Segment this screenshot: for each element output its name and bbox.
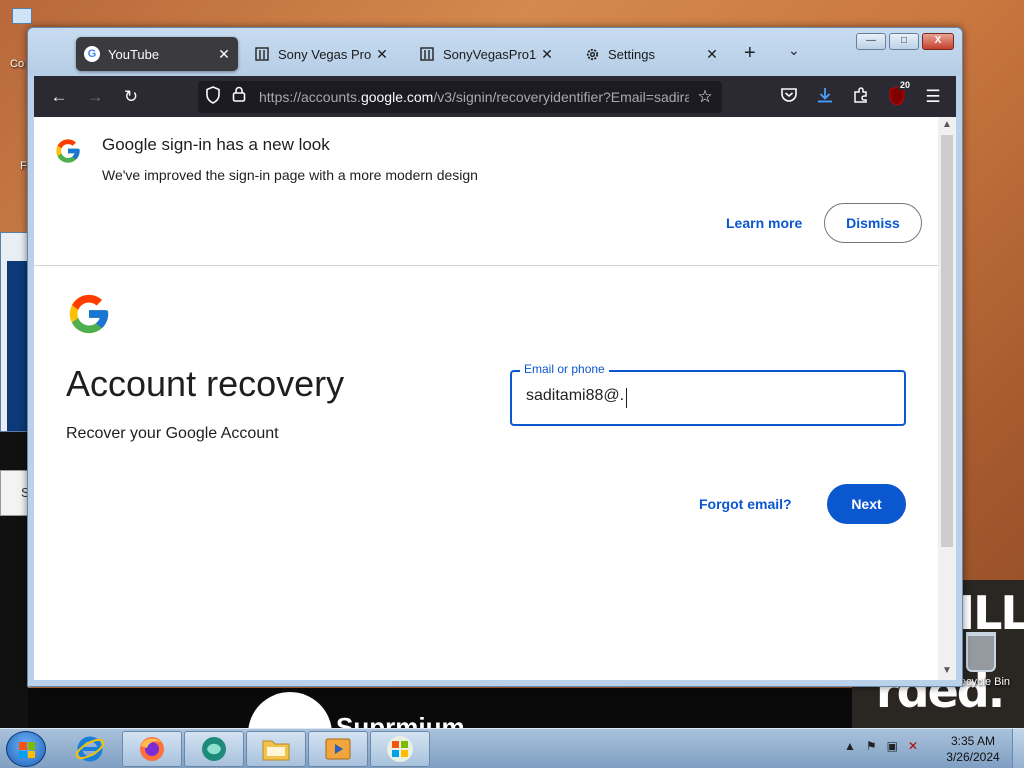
background-window[interactable] [0, 232, 28, 432]
banner-title: Google sign-in has a new look [102, 135, 330, 154]
google-logo-icon [54, 137, 82, 170]
show-hidden-icons-icon[interactable]: ▲ [844, 739, 856, 753]
app-icon[interactable] [184, 731, 244, 767]
tab-settings[interactable]: Settings ✕ [576, 37, 726, 71]
firefox-icon[interactable] [122, 731, 182, 767]
tab-youtube[interactable]: G YouTube ✕ [76, 37, 238, 71]
lock-icon[interactable] [228, 86, 250, 108]
url-path: /v3/signin/recoveryidentifier?Email=sadi… [433, 89, 689, 105]
google-logo-icon [66, 291, 112, 342]
page-content: Google sign-in has a new look We've impr… [34, 117, 938, 680]
dismiss-button[interactable]: Dismiss [824, 203, 922, 243]
tab-label: SonyVegasPro13.0Bu [443, 46, 537, 62]
download-icon[interactable] [814, 86, 836, 108]
desktop-icon-label: Co [10, 58, 25, 70]
address-bar[interactable]: https://accounts.google.com/v3/signin/re… [198, 81, 722, 113]
list-all-tabs-button[interactable]: ⌄ [788, 42, 800, 59]
scrollbar-thumb[interactable] [941, 135, 953, 547]
email-field[interactable] [510, 370, 906, 426]
desktop-icon-label: F [20, 160, 27, 172]
url-text[interactable]: https://accounts.google.com/v3/signin/re… [259, 89, 689, 105]
banner-subtitle: We've improved the sign-in page with a m… [102, 167, 478, 183]
tab-label: YouTube [108, 46, 160, 62]
library-icon [254, 46, 270, 62]
divider [34, 265, 938, 266]
gear-icon [584, 46, 600, 62]
clock-time: 3:35 AM [950, 734, 996, 748]
tab-label: Settings [608, 46, 655, 62]
close-tab-icon[interactable]: ✕ [537, 46, 557, 63]
volume-muted-icon[interactable]: ✕ [908, 739, 918, 753]
learn-more-link[interactable]: Learn more [726, 215, 802, 231]
internet-explorer-icon[interactable] [60, 731, 120, 767]
email-field-label: Email or phone [520, 362, 609, 376]
taskbar: ▲ ⚑ ▣ ✕ 3:35 AM 3/26/2024 [0, 728, 1024, 768]
tab-sony-vegas[interactable]: Sony Vegas Pro 13.0 ✕ [246, 37, 396, 71]
tab-label: Sony Vegas Pro 13.0 [278, 46, 372, 62]
minimize-button[interactable]: — [856, 33, 886, 50]
back-icon[interactable]: ← [48, 86, 70, 108]
url-domain: google.com [360, 89, 434, 105]
new-tab-button[interactable]: + [744, 42, 756, 65]
extension-badge: 20 [898, 80, 913, 90]
bookmark-star-icon[interactable]: ☆ [694, 86, 716, 108]
page-title: Account recovery [66, 363, 345, 404]
forgot-email-link[interactable]: Forgot email? [699, 496, 792, 512]
page-subtitle: Recover your Google Account [66, 425, 279, 442]
url-prefix: https://accounts. [259, 89, 361, 105]
shield-icon[interactable] [202, 86, 224, 108]
network-icon[interactable]: ▣ [887, 739, 898, 753]
windows-icon[interactable] [370, 731, 430, 767]
scroll-down-icon[interactable]: ▼ [942, 665, 952, 676]
clock-date: 3/26/2024 [946, 750, 1000, 764]
hamburger-menu-icon[interactable]: ☰ [922, 86, 944, 108]
system-tray: ▲ ⚑ ▣ ✕ [844, 739, 918, 753]
media-player-icon[interactable] [308, 731, 368, 767]
google-g-icon: G [84, 46, 100, 62]
tab-strip: G YouTube ✕ Sony Vegas Pro 13.0 ✕ SonyVe… [28, 28, 962, 76]
scroll-up-icon[interactable]: ▲ [942, 119, 952, 130]
action-center-flag-icon[interactable]: ⚑ [866, 739, 877, 753]
close-window-button[interactable]: X [922, 33, 954, 50]
next-button[interactable]: Next [827, 484, 906, 524]
start-button[interactable] [6, 731, 46, 767]
text-caret [626, 388, 627, 408]
background-window[interactable]: S [0, 470, 30, 516]
browser-window: G YouTube ✕ Sony Vegas Pro 13.0 ✕ SonyVe… [27, 27, 963, 687]
close-tab-icon[interactable]: ✕ [702, 46, 722, 63]
email-input[interactable] [526, 387, 886, 405]
tab-sony-vegas-2[interactable]: SonyVegasPro13.0Bu ✕ [411, 37, 561, 71]
show-desktop-button[interactable] [1012, 729, 1024, 768]
extensions-icon[interactable] [850, 86, 872, 108]
close-tab-icon[interactable]: ✕ [372, 46, 392, 63]
windows-logo-icon [19, 742, 35, 758]
navigation-toolbar: ← → ↻ https://accounts.google.com/v3/sig… [34, 76, 956, 117]
close-tab-icon[interactable]: ✕ [214, 46, 234, 63]
pocket-icon[interactable] [778, 86, 800, 108]
file-explorer-icon[interactable] [246, 731, 306, 767]
reload-icon[interactable]: ↻ [120, 86, 142, 108]
system-clock[interactable]: 3:35 AM 3/26/2024 [938, 733, 1008, 765]
library-icon [419, 46, 435, 62]
maximize-button[interactable]: □ [889, 33, 919, 50]
forward-icon[interactable]: → [84, 86, 106, 108]
vertical-scrollbar[interactable]: ▲ ▼ [938, 117, 956, 680]
